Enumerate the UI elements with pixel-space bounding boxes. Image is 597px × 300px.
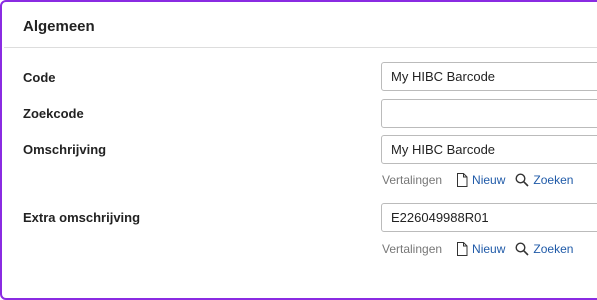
new-translation-link[interactable]: Nieuw — [456, 242, 505, 256]
search-label: Zoeken — [533, 242, 574, 256]
translations-label: Vertalingen — [382, 173, 443, 187]
search-translation-link[interactable]: Zoeken — [515, 242, 573, 256]
document-icon — [456, 173, 468, 187]
search-icon — [515, 173, 529, 187]
extra-omschrijving-actions: Vertalingen Nieuw Zoeken — [382, 240, 573, 258]
extra-omschrijving-label: Extra omschrijving — [23, 210, 141, 225]
code-label: Code — [23, 70, 56, 85]
code-input[interactable] — [381, 62, 597, 91]
omschrijving-label: Omschrijving — [23, 142, 107, 157]
section-panel: Algemeen Code Zoekcode Omschrijving Vert… — [0, 0, 597, 300]
zoekcode-label: Zoekcode — [23, 106, 84, 121]
zoekcode-input[interactable] — [381, 99, 597, 128]
search-translation-link[interactable]: Zoeken — [515, 173, 573, 187]
search-icon — [515, 242, 529, 256]
new-label: Nieuw — [472, 242, 506, 256]
section-title: Algemeen — [23, 18, 95, 35]
section-divider — [4, 47, 597, 48]
translations-label: Vertalingen — [382, 242, 443, 256]
new-translation-link[interactable]: Nieuw — [456, 173, 505, 187]
new-label: Nieuw — [472, 173, 506, 187]
omschrijving-input[interactable] — [381, 135, 597, 164]
omschrijving-actions: Vertalingen Nieuw Zoeken — [382, 171, 573, 189]
extra-omschrijving-input[interactable] — [381, 203, 597, 232]
search-label: Zoeken — [533, 173, 574, 187]
document-icon — [456, 242, 468, 256]
